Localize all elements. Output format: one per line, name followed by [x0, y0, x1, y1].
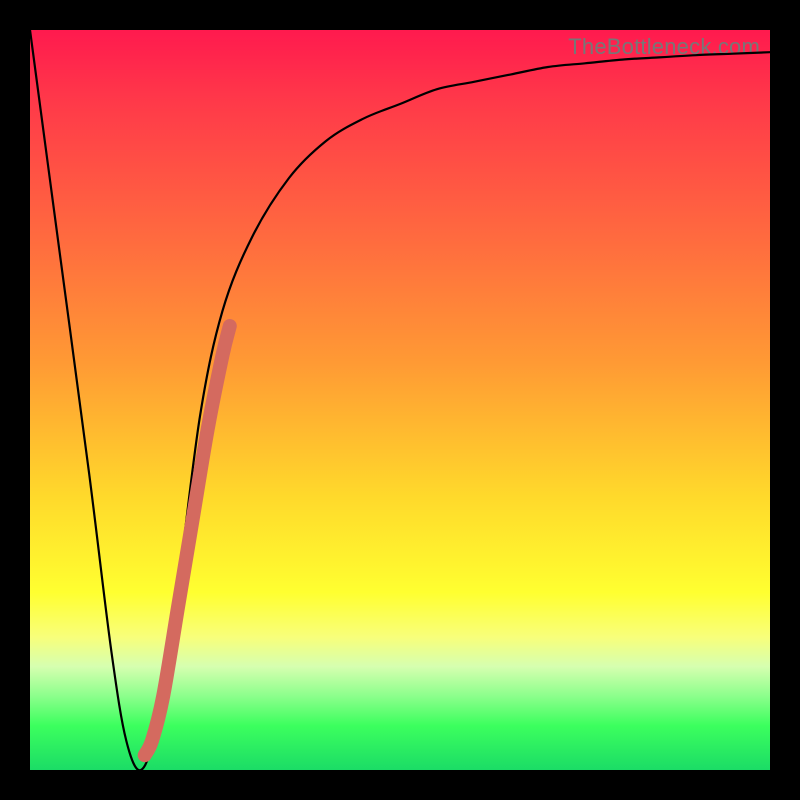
- chart-frame: TheBottleneck.com: [0, 0, 800, 800]
- main-curve: [30, 30, 770, 770]
- highlight-segment: [145, 326, 230, 755]
- chart-svg: [30, 30, 770, 770]
- plot-area: TheBottleneck.com: [30, 30, 770, 770]
